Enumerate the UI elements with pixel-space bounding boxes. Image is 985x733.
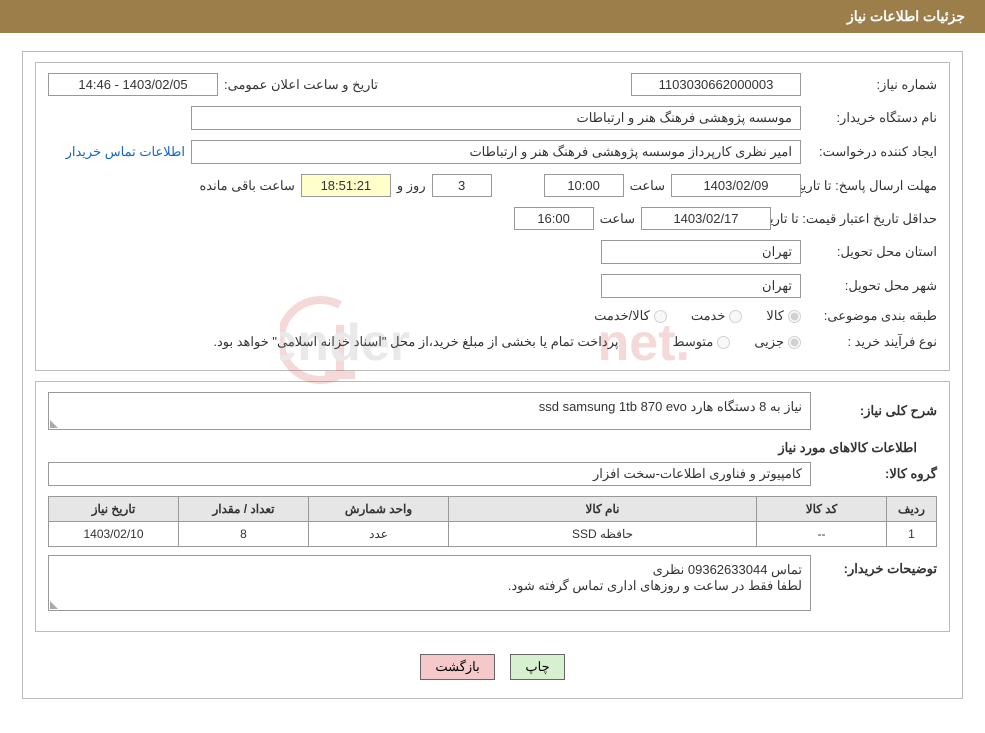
radio-goods [788, 310, 801, 323]
buyer-org-value: موسسه پژوهشی فرهنگ هنر و ارتباطات [191, 106, 801, 130]
cell-qty: 8 [179, 522, 309, 547]
th-date: تاریخ نیاز [49, 497, 179, 522]
province-value: تهران [601, 240, 801, 264]
summary-label: شرح کلی نیاز: [817, 403, 937, 419]
cell-idx: 1 [887, 522, 937, 547]
min-validity-time: 16:00 [514, 207, 594, 230]
days-and-label: روز و [397, 178, 426, 194]
back-button[interactable]: بازگشت [420, 654, 494, 680]
table-row: 1 -- حافظه SSD عدد 8 1403/02/10 [49, 522, 937, 547]
need-details-section: شرح کلی نیاز: نیاز به 8 دستگاه هارد ssd … [35, 381, 950, 632]
page-title: جزئیات اطلاعات نیاز [847, 8, 965, 24]
deadline-label: مهلت ارسال پاسخ: تا تاریخ: [807, 178, 937, 194]
buyer-contact-link[interactable]: اطلاعات تماس خریدار [66, 144, 185, 160]
cell-name: حافظه SSD [449, 522, 757, 547]
group-value: کامپیوتر و فناوری اطلاعات-سخت افزار [48, 462, 811, 486]
summary-text: نیاز به 8 دستگاه هارد ssd samsung 1tb 87… [48, 392, 811, 430]
radio-goods-service-label: کالا/خدمت [594, 308, 667, 324]
th-unit: واحد شمارش [309, 497, 449, 522]
announce-label: تاریخ و ساعت اعلان عمومی: [224, 77, 378, 93]
min-validity-label: حداقل تاریخ اعتبار قیمت: تا تاریخ: [777, 211, 937, 227]
category-label: طبقه بندی موضوعی: [807, 308, 937, 324]
announce-value: 1403/02/05 - 14:46 [48, 73, 218, 96]
cell-code: -- [757, 522, 887, 547]
remain-label: ساعت باقی مانده [199, 178, 294, 194]
th-qty: تعداد / مقدار [179, 497, 309, 522]
province-label: استان محل تحویل: [807, 244, 937, 260]
requester-value: امیر نظری کارپرداز موسسه پژوهشی فرهنگ هن… [191, 140, 801, 164]
resize-handle-icon [50, 418, 60, 428]
group-label: گروه کالا: [817, 466, 937, 482]
action-buttons: چاپ بازگشت [23, 642, 962, 698]
radio-medium-label: متوسط [672, 334, 730, 350]
main-content: شماره نیاز: 1103030662000003 تاریخ و ساع… [22, 51, 963, 699]
deadline-date: 1403/02/09 [671, 174, 801, 197]
deadline-time-label: ساعت [630, 178, 665, 194]
buyer-org-label: نام دستگاه خریدار: [807, 110, 937, 126]
page-header: جزئیات اطلاعات نیاز [0, 0, 985, 33]
purchase-desc: پرداخت تمام یا بخشی از مبلغ خرید،از محل … [213, 334, 618, 350]
th-code: کد کالا [757, 497, 887, 522]
radio-service [729, 310, 742, 323]
hms-remain: 18:51:21 [301, 174, 391, 197]
radio-partial [788, 336, 801, 349]
radio-medium [717, 336, 730, 349]
th-name: نام کالا [449, 497, 757, 522]
city-value: تهران [601, 274, 801, 298]
items-table: ردیف کد کالا نام کالا واحد شمارش تعداد /… [48, 496, 937, 547]
buyer-notes-text: تماس 09362633044 نظری لطفا فقط در ساعت و… [48, 555, 811, 611]
print-button[interactable]: چاپ [510, 654, 564, 680]
radio-goods-service [654, 310, 667, 323]
th-idx: ردیف [887, 497, 937, 522]
cell-date: 1403/02/10 [49, 522, 179, 547]
radio-partial-label: جزیی [754, 334, 801, 350]
days-remain: 3 [432, 174, 492, 197]
buyer-notes-label: توضیحات خریدار: [817, 555, 937, 611]
radio-service-label: خدمت [691, 308, 743, 324]
need-no-label: شماره نیاز: [807, 77, 937, 93]
items-title: اطلاعات کالاهای مورد نیاز [48, 440, 925, 456]
city-label: شهر محل تحویل: [807, 278, 937, 294]
purchase-type-label: نوع فرآیند خرید : [807, 334, 937, 350]
min-validity-date: 1403/02/17 [641, 207, 771, 230]
cell-unit: عدد [309, 522, 449, 547]
need-no-value: 1103030662000003 [631, 73, 801, 96]
need-info-section: شماره نیاز: 1103030662000003 تاریخ و ساع… [35, 62, 950, 371]
requester-label: ایجاد کننده درخواست: [807, 144, 937, 160]
min-validity-time-label: ساعت [600, 211, 635, 227]
deadline-time: 10:00 [544, 174, 624, 197]
resize-handle-icon [50, 599, 60, 609]
radio-goods-label: کالا [766, 308, 801, 324]
